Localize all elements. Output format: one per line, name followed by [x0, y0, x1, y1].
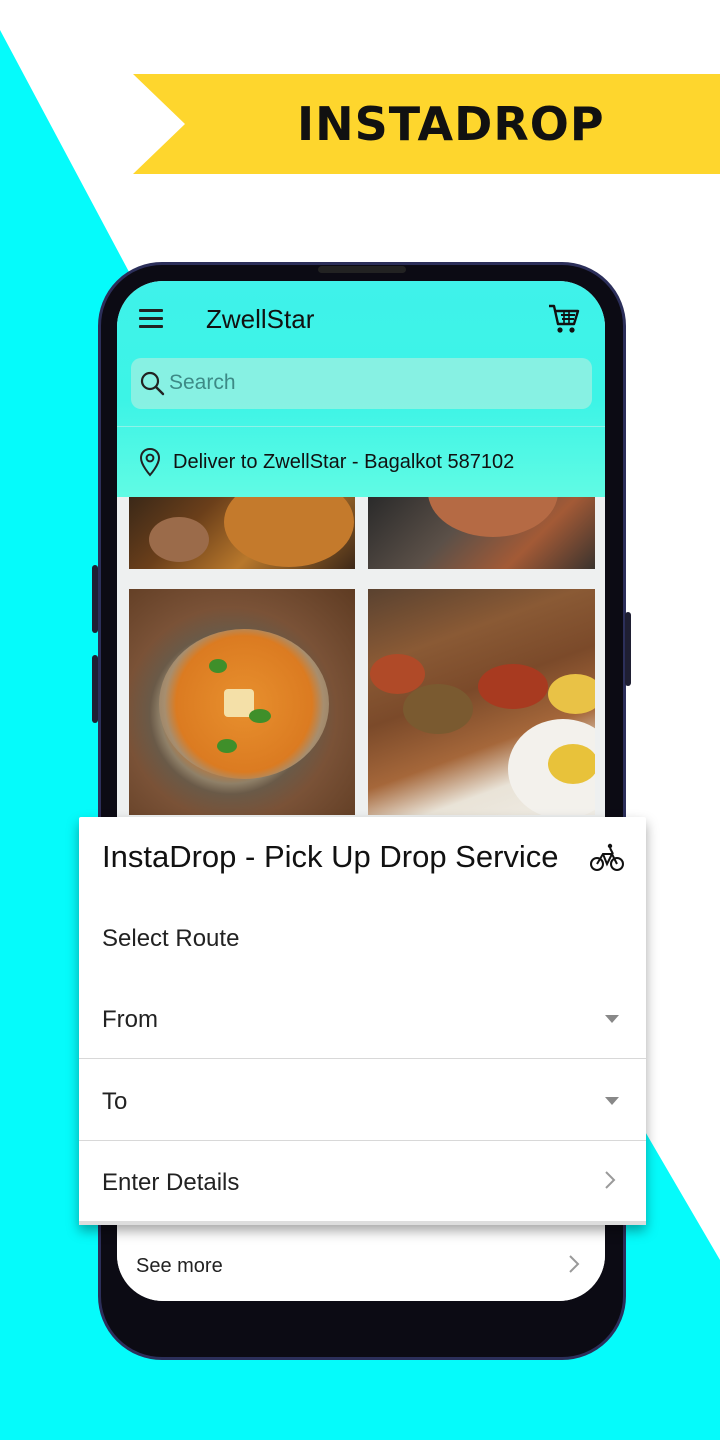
food-image[interactable] [368, 497, 595, 569]
select-route-label: Select Route [102, 925, 240, 952]
to-dropdown[interactable]: To [102, 1087, 127, 1117]
app-header: ZwellStar Search Deliver to ZwellStar - … [117, 281, 605, 497]
phone-volume-button [92, 565, 98, 633]
phone-power-button [625, 612, 631, 686]
menu-icon[interactable] [139, 309, 163, 329]
header-divider [117, 426, 605, 427]
app-title: ZwellStar [206, 304, 315, 334]
row-divider [79, 1140, 646, 1141]
enter-details-row[interactable]: Enter Details [102, 1168, 239, 1198]
chevron-right-icon[interactable] [567, 1253, 581, 1275]
phone-volume-button [92, 655, 98, 723]
search-placeholder: Search [169, 371, 236, 394]
from-dropdown[interactable]: From [102, 1005, 158, 1035]
deliver-to-address[interactable]: Deliver to ZwellStar - Bagalkot 587102 [173, 449, 514, 475]
see-more-link[interactable]: See more [136, 1253, 223, 1279]
chevron-right-icon[interactable] [603, 1169, 617, 1191]
phone-speaker [318, 266, 406, 273]
food-image[interactable] [129, 589, 355, 815]
food-image[interactable] [368, 589, 595, 815]
cart-icon[interactable] [547, 301, 581, 335]
card-bottom-edge [79, 1221, 646, 1225]
dropdown-arrow-icon[interactable] [605, 1097, 619, 1105]
instadrop-card: InstaDrop - Pick Up Drop Service Select … [79, 817, 646, 1225]
food-image[interactable] [129, 497, 355, 569]
search-icon [140, 371, 165, 396]
location-pin-icon [139, 447, 161, 477]
row-divider [79, 1058, 646, 1059]
card-title: InstaDrop - Pick Up Drop Service [102, 839, 559, 874]
bicycle-icon [590, 843, 624, 871]
search-input[interactable]: Search [131, 358, 592, 409]
banner-title: INSTADROP [297, 97, 605, 151]
dropdown-arrow-icon[interactable] [605, 1015, 619, 1023]
